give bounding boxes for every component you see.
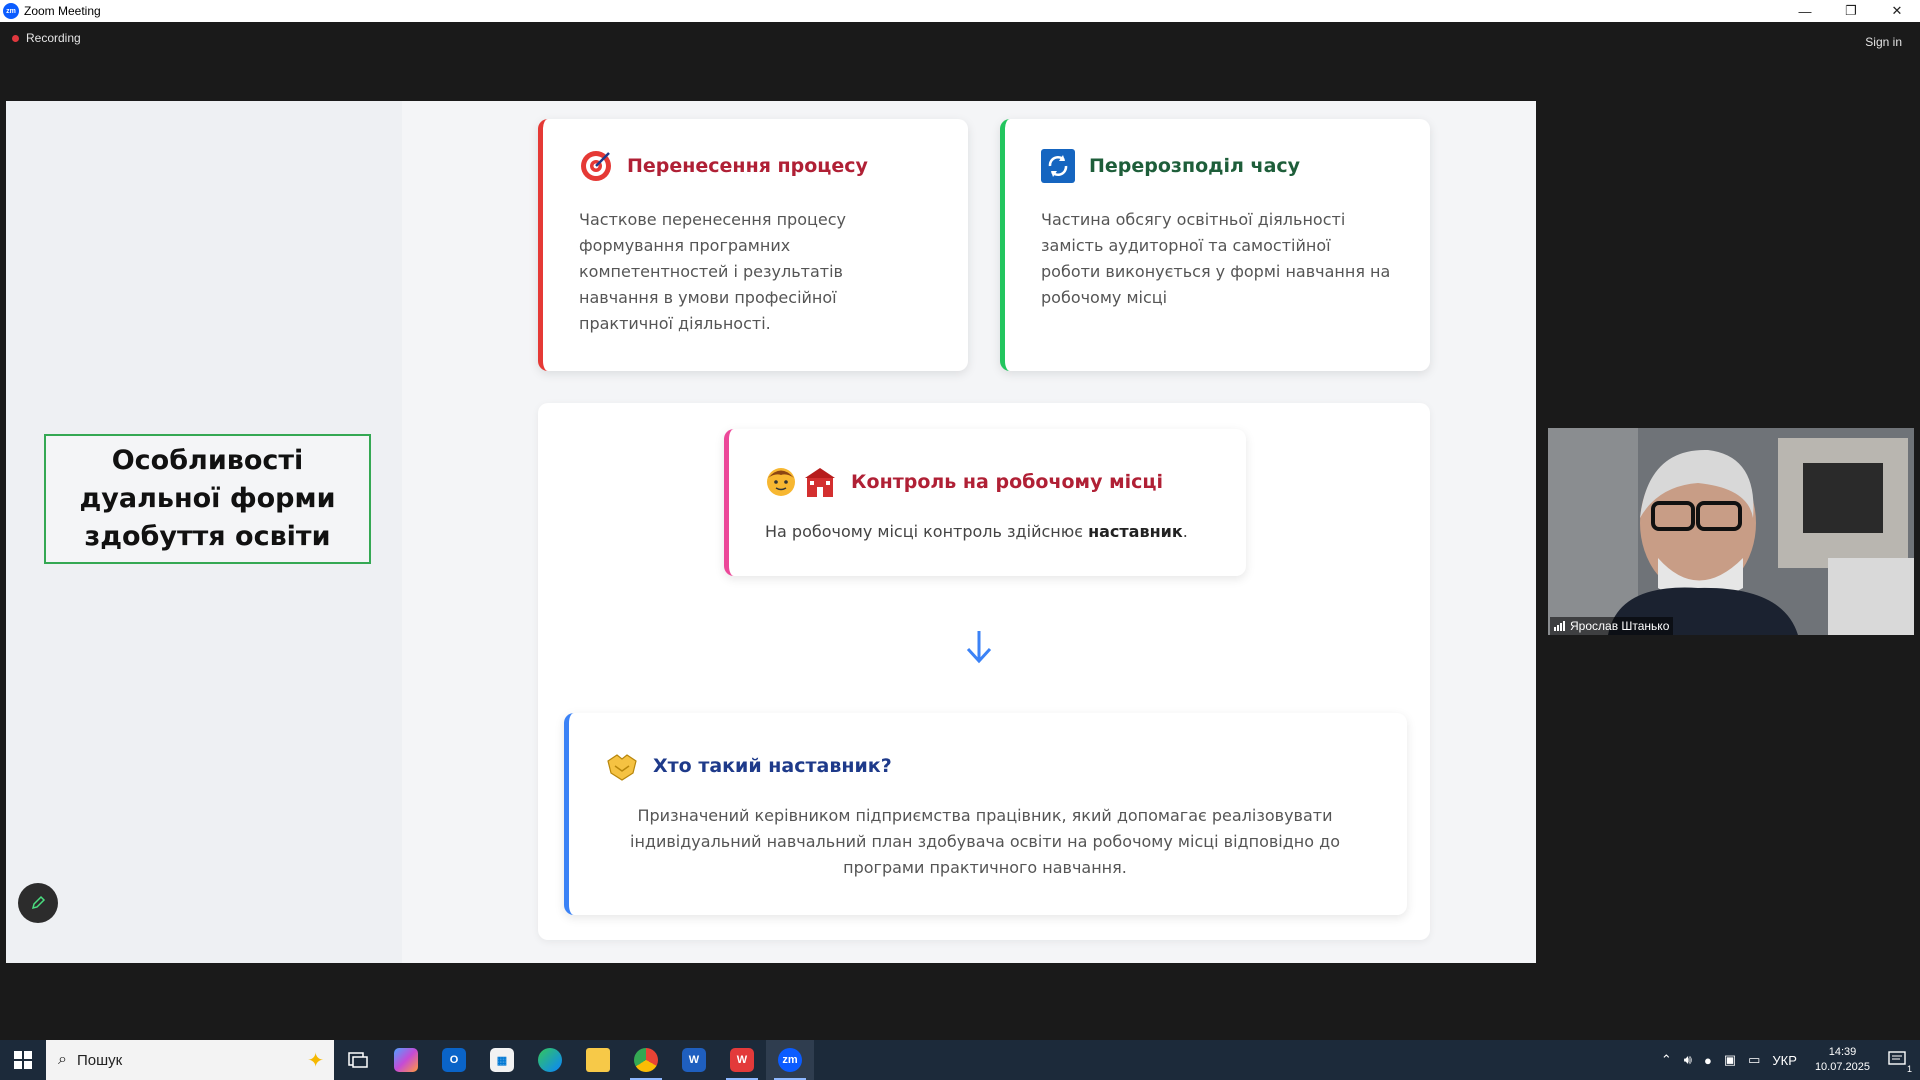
- task-view-button[interactable]: [334, 1040, 382, 1080]
- card-process-transfer: Перенесення процесу Часткове перенесення…: [538, 119, 968, 371]
- recording-indicator[interactable]: Recording: [12, 31, 81, 45]
- participant-video-tile[interactable]: Ярослав Штанько: [1548, 428, 1914, 635]
- signal-strength-icon: [1554, 621, 1566, 631]
- zoom-icon: zm: [778, 1048, 802, 1072]
- restore-button[interactable]: ❐: [1828, 0, 1874, 22]
- word-icon: W: [682, 1048, 706, 1072]
- card-text: Часткове перенесення процесу формування …: [579, 210, 846, 333]
- taskbar-copilot[interactable]: [382, 1040, 430, 1080]
- meeting-top-bar: Recording Sign in: [0, 22, 1920, 56]
- card-workplace-control: Контроль на робочому місці На робочому м…: [724, 429, 1246, 576]
- sign-in-button[interactable]: Sign in: [1865, 35, 1902, 49]
- tray-chevron-up-icon[interactable]: ⌃: [1661, 1052, 1672, 1068]
- minimize-button[interactable]: —: [1782, 0, 1828, 22]
- microphone-icon[interactable]: ●: [1704, 1053, 1712, 1068]
- window-title-bar: zm Zoom Meeting — ❐ ✕: [0, 0, 1920, 22]
- taskbar-file-explorer[interactable]: [574, 1040, 622, 1080]
- system-tray: ⌃ 🔊︎ ● ▣ ▭ УКР 14:39 10.07.2025 1: [1655, 1040, 1920, 1080]
- taskbar-chrome[interactable]: [622, 1040, 670, 1080]
- store-icon: ▦: [490, 1048, 514, 1072]
- task-view-icon: [348, 1052, 368, 1068]
- taskbar-word[interactable]: W: [670, 1040, 718, 1080]
- card-text: Частина обсягу освітньої діяльності замі…: [1041, 210, 1391, 307]
- start-button[interactable]: [0, 1040, 46, 1080]
- windows-taskbar: ⌕ Пошук ✦ O ▦ W W zm ⌃ 🔊︎ ● ▣ ▭ УКР 14:3…: [0, 1040, 1920, 1080]
- slide-side-title: Особливості дуальної форми здобуття осві…: [44, 434, 371, 564]
- sparkle-icon: ✦: [307, 1050, 324, 1072]
- taskbar-outlook[interactable]: O: [430, 1040, 478, 1080]
- camera-icon[interactable]: ▣: [1724, 1052, 1736, 1068]
- card-text: Призначений керівником підприємства прац…: [630, 806, 1340, 877]
- participant-name-tag: Ярослав Штанько: [1550, 617, 1674, 635]
- close-button[interactable]: ✕: [1874, 0, 1920, 22]
- window-controls: — ❐ ✕: [1782, 0, 1920, 22]
- target-icon: [579, 149, 613, 183]
- wps-icon: W: [730, 1048, 754, 1072]
- clock-time: 14:39: [1828, 1046, 1857, 1058]
- refresh-icon: [1041, 149, 1075, 183]
- taskbar-wps[interactable]: W: [718, 1040, 766, 1080]
- card-text: На робочому місці контроль здійснює наст…: [765, 519, 1225, 545]
- zoom-logo-icon: zm: [3, 3, 19, 19]
- taskbar-edge[interactable]: [526, 1040, 574, 1080]
- card-text-part: .: [1182, 522, 1188, 541]
- card-who-is-mentor: Хто такий наставник? Призначений керівни…: [564, 713, 1407, 915]
- arrow-down-icon: [966, 631, 992, 664]
- taskbar-search-box[interactable]: ⌕ Пошук ✦: [46, 1040, 334, 1080]
- chrome-icon: [634, 1048, 658, 1072]
- folder-icon: [586, 1048, 610, 1072]
- annotate-pen-button[interactable]: [18, 883, 58, 923]
- pen-icon: [31, 895, 46, 910]
- taskbar-store[interactable]: ▦: [478, 1040, 526, 1080]
- volume-icon[interactable]: 🔊︎: [1684, 1052, 1692, 1068]
- language-indicator[interactable]: УКР: [1772, 1053, 1797, 1068]
- notification-icon: [1888, 1050, 1906, 1065]
- mentor-emphasis: наставник: [1088, 522, 1183, 541]
- search-placeholder: Пошук: [76, 1051, 123, 1069]
- person-school-icon: [765, 465, 837, 499]
- copilot-icon: [394, 1048, 418, 1072]
- notification-count: 1: [1906, 1063, 1912, 1074]
- edge-icon: [538, 1048, 562, 1072]
- card-title: Хто такий наставник?: [653, 755, 892, 777]
- card-time-redistribution: Перерозподіл часу Частина обсягу освітнь…: [1000, 119, 1430, 371]
- card-title: Контроль на робочому місці: [851, 471, 1163, 493]
- handshake-icon: [605, 749, 639, 783]
- card-title: Перерозподіл часу: [1089, 155, 1301, 177]
- participant-name: Ярослав Штанько: [1570, 619, 1670, 633]
- card-title: Перенесення процесу: [627, 155, 868, 177]
- taskbar-clock[interactable]: 14:39 10.07.2025: [1815, 1045, 1870, 1075]
- search-icon: ⌕: [58, 1051, 67, 1068]
- shared-screen: Особливості дуальної форми здобуття осві…: [6, 101, 1536, 963]
- windows-logo-icon: [14, 1051, 32, 1069]
- record-dot-icon: [12, 34, 19, 42]
- notification-center-button[interactable]: 1: [1888, 1050, 1912, 1074]
- card-text-part: На робочому місці контроль здійснює: [765, 522, 1089, 541]
- participant-video-feed: [1548, 428, 1914, 635]
- outlook-icon: O: [442, 1048, 466, 1072]
- window-title: Zoom Meeting: [24, 4, 101, 18]
- network-icon[interactable]: ▭: [1748, 1052, 1760, 1068]
- recording-label: Recording: [26, 31, 81, 45]
- clock-date: 10.07.2025: [1814, 1061, 1870, 1073]
- taskbar-zoom[interactable]: zm: [766, 1040, 814, 1080]
